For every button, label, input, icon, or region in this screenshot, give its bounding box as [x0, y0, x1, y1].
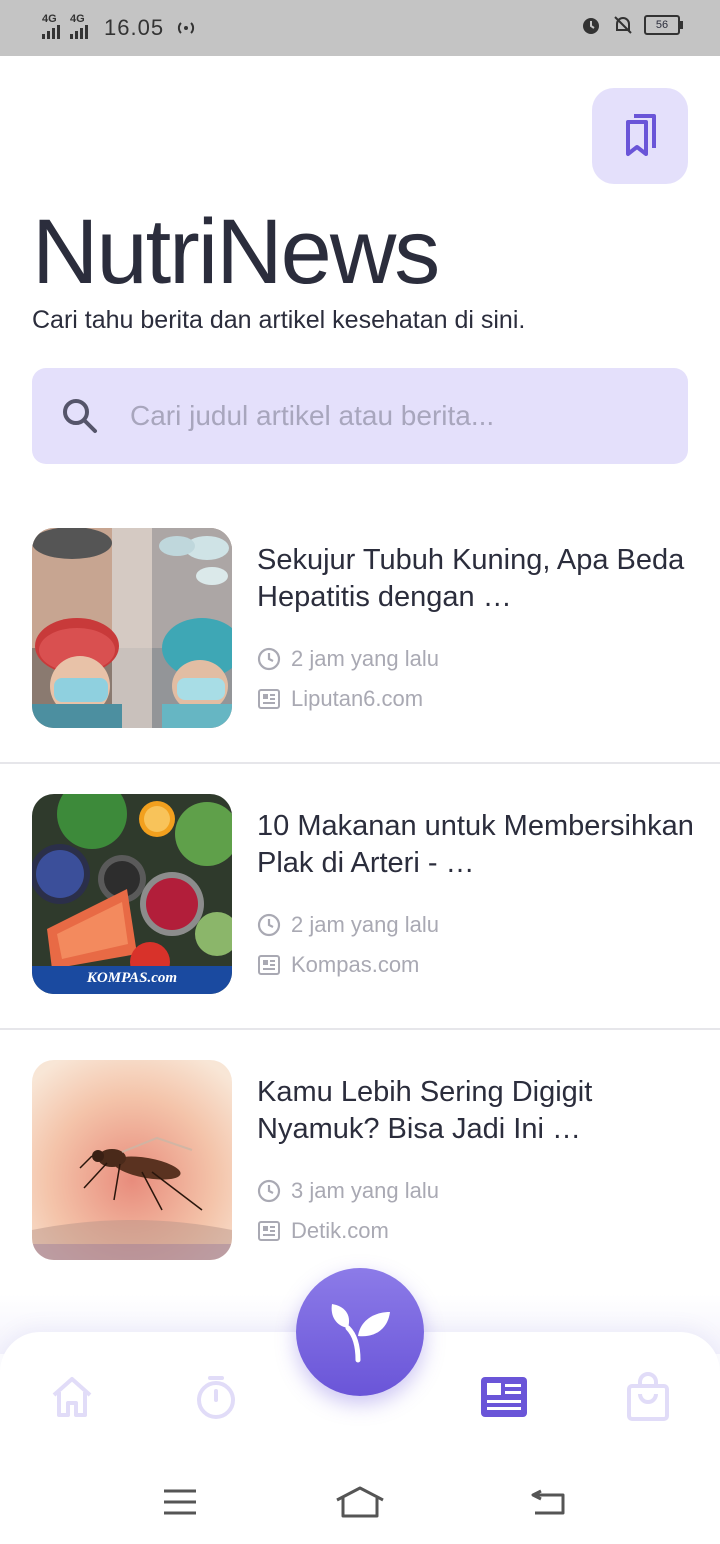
clock-icon	[257, 647, 281, 671]
article-source: Detik.com	[257, 1218, 389, 1244]
article-thumbnail	[32, 1060, 232, 1260]
article-source-text: Liputan6.com	[291, 686, 424, 711]
app-subtitle: Cari tahu berita dan artikel kesehatan d…	[32, 306, 526, 334]
mute-icon	[614, 16, 632, 34]
article-thumbnail: KOMPAS.com	[32, 794, 232, 994]
bookmarks-icon	[626, 114, 656, 156]
signal-icon: 4G	[70, 13, 88, 39]
article-title[interactable]: 10 Makanan untuk Membersihkan Plak di Ar…	[257, 808, 697, 882]
newspaper-icon	[258, 1221, 280, 1241]
network-type: 4G	[42, 13, 57, 25]
search-icon	[63, 399, 97, 433]
network-type: 4G	[70, 13, 85, 25]
article-source-text: Detik.com	[291, 1218, 389, 1243]
search-bar[interactable]	[32, 368, 688, 464]
signal-icon: 4G	[42, 13, 60, 39]
article-item[interactable]: Sekujur Tubuh Kuning, Apa Beda Hepatitis…	[0, 496, 720, 764]
system-home-icon	[336, 1486, 384, 1518]
sprout-icon	[331, 1304, 390, 1363]
home-icon	[52, 1377, 92, 1417]
article-time: 3 jam yang lalu	[257, 1178, 439, 1204]
nav-shop[interactable]	[623, 1372, 673, 1422]
article-source: Kompas.com	[257, 952, 419, 978]
article-item[interactable]: Kamu Lebih Sering Digigit Nyamuk? Bisa J…	[0, 1028, 720, 1296]
clock-icon	[257, 1179, 281, 1203]
article-time-text: 3 jam yang lalu	[291, 1178, 439, 1203]
newspaper-icon	[258, 689, 280, 709]
newspaper-icon	[258, 955, 280, 975]
hotspot-icon	[177, 22, 195, 34]
nav-timer[interactable]	[191, 1372, 241, 1422]
status-bar: 4G 4G 16.05 56	[0, 0, 720, 56]
article-title[interactable]: Sekujur Tubuh Kuning, Apa Beda Hepatitis…	[257, 542, 697, 616]
article-time: 2 jam yang lalu	[257, 912, 439, 938]
nav-home[interactable]	[47, 1372, 97, 1422]
shopping-bag-icon	[627, 1372, 669, 1421]
system-menu-button[interactable]	[150, 1480, 210, 1524]
system-home-button[interactable]	[330, 1480, 390, 1524]
article-title[interactable]: Kamu Lebih Sering Digigit Nyamuk? Bisa J…	[257, 1074, 697, 1148]
news-icon	[481, 1377, 527, 1417]
back-icon	[531, 1489, 565, 1515]
clock-icon	[257, 913, 281, 937]
article-source: Liputan6.com	[257, 686, 423, 712]
image-caption: KOMPAS.com	[86, 970, 178, 986]
nav-news[interactable]	[479, 1372, 529, 1422]
article-source-text: Kompas.com	[291, 952, 420, 977]
nav-nutrition-fab[interactable]	[296, 1268, 424, 1396]
bookmarks-button[interactable]	[592, 88, 688, 184]
article-time-text: 2 jam yang lalu	[291, 646, 439, 671]
system-back-button[interactable]	[518, 1480, 578, 1524]
menu-icon	[164, 1489, 196, 1515]
search-input[interactable]	[128, 399, 652, 433]
article-time-text: 2 jam yang lalu	[291, 912, 439, 937]
article-item[interactable]: KOMPAS.com 10 Makanan untuk Membersihkan…	[0, 762, 720, 1030]
article-thumbnail	[32, 528, 232, 728]
article-time: 2 jam yang lalu	[257, 646, 439, 672]
app-title: NutriNews	[32, 201, 440, 303]
battery-icon: 56	[644, 15, 683, 35]
timer-icon	[197, 1376, 235, 1419]
alarm-icon	[583, 18, 599, 34]
clock: 16.05	[104, 15, 165, 40]
